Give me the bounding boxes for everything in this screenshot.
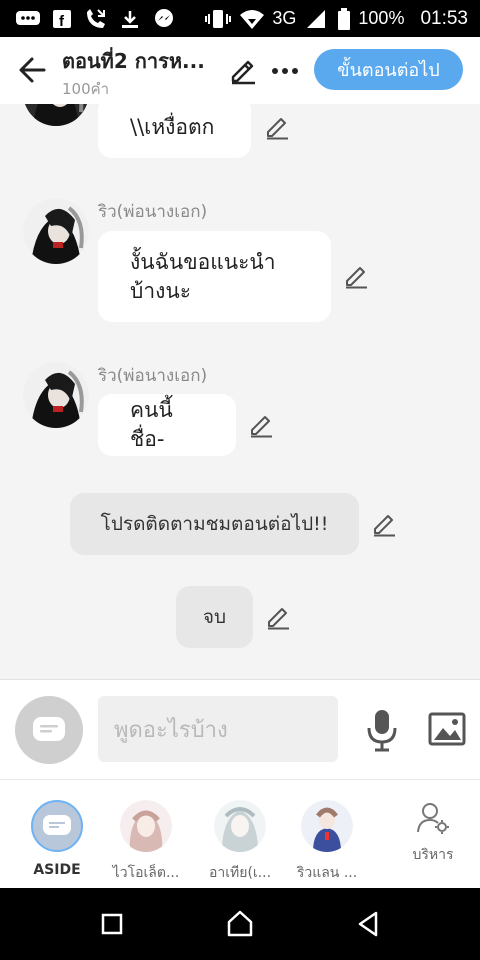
network-type: 3G [272,8,297,28]
word-count: 100คำ [62,80,110,98]
back-arrow-icon[interactable] [16,53,50,87]
download-icon [116,8,144,30]
message-text: \\เหงื่อตก [130,114,215,139]
episode-header: ตอนที่2 การห... 100คำ ขั้นตอนต่อไป [0,37,480,104]
message-input[interactable]: พูดอะไรบ้าง [98,696,338,762]
chat-area[interactable]: \\เหงื่อตก ริว(พ่อนางเอก) งั้นฉันขอแนะนำ… [0,104,480,679]
narration-bubble[interactable]: จบ [176,586,253,648]
narration-bubble[interactable]: โปรดติดตามชมตอนต่อไป!! [70,493,359,555]
narration-text: จบ [202,606,227,628]
avatar [301,800,353,852]
episode-title[interactable]: ตอนที่2 การห... [62,45,205,77]
message-text-line: งั้นฉันขอแนะนำ [130,249,276,274]
home-icon[interactable] [224,908,256,940]
aside-toggle-button[interactable] [15,696,83,764]
recents-icon[interactable] [96,908,128,940]
message-bubble[interactable]: งั้นฉันขอแนะนำ บ้างนะ [98,231,331,322]
message-bubble[interactable]: คนนี้ชื่อ- [98,394,236,456]
edit-message-icon[interactable] [265,604,291,630]
edit-message-icon[interactable] [343,263,369,289]
image-upload-icon[interactable] [428,712,466,746]
status-bar: f 3G 100% 01:53 [0,0,480,37]
manage-label: บริหาร [412,847,454,863]
character-selector: ASIDE ไวโอเล็ต... อาเทีย(เ... ริวแลน ...… [0,779,480,888]
character-avatar[interactable] [23,198,89,264]
message-bubble[interactable]: \\เหงื่อตก [98,104,251,158]
character-aside[interactable]: ASIDE [17,800,97,878]
edit-message-icon[interactable] [264,114,290,140]
character-name: ริว(พ่อนางเอก) [98,366,208,386]
avatar [120,800,172,852]
messenger-icon [150,8,178,30]
character-ryulan[interactable]: ริวแลน ... [287,800,367,884]
message-text-line: บ้างนะ [130,278,192,303]
edit-message-icon[interactable] [371,511,397,537]
back-icon[interactable] [352,908,384,940]
character-athia[interactable]: อาเทีย(เ... [200,800,280,884]
missed-call-icon [82,8,110,30]
aside-avatar [31,800,83,852]
vibrate-icon [204,8,232,30]
avatar [214,800,266,852]
composer-bar: พูดอะไรบ้าง [0,679,480,779]
edit-title-icon[interactable] [228,55,258,85]
narration-text: โปรดติดตามชมตอนต่อไป!! [100,513,329,535]
manage-person-gear-icon [415,800,451,836]
system-navigation-bar [0,888,480,960]
character-avatar[interactable] [23,362,89,428]
character-label: ASIDE [33,862,81,878]
edit-message-icon[interactable] [248,412,274,438]
character-name: ริว(พ่อนางเอก) [98,202,208,222]
facebook-icon: f [48,8,76,30]
more-options-icon[interactable] [270,59,300,83]
message-icon [14,8,42,30]
character-violet[interactable]: ไวโอเล็ต... [106,800,186,884]
signal-icon [302,8,330,30]
character-label: ไวโอเล็ต... [112,865,180,881]
clock: 01:53 [420,7,468,29]
message-text: คนนี้ชื่อ- [130,398,173,451]
message-input-placeholder: พูดอะไรบ้าง [114,717,228,743]
character-label: ริวแลน ... [296,865,358,881]
character-label: อาเทีย(เ... [208,865,272,881]
battery-icon [336,7,352,30]
next-step-button[interactable]: ขั้นตอนต่อไป [314,49,463,90]
character-avatar[interactable] [23,104,89,126]
battery-level: 100% [358,8,405,28]
manage-characters[interactable]: บริหาร [393,800,473,866]
microphone-icon[interactable] [366,708,398,752]
wifi-icon [238,8,266,30]
